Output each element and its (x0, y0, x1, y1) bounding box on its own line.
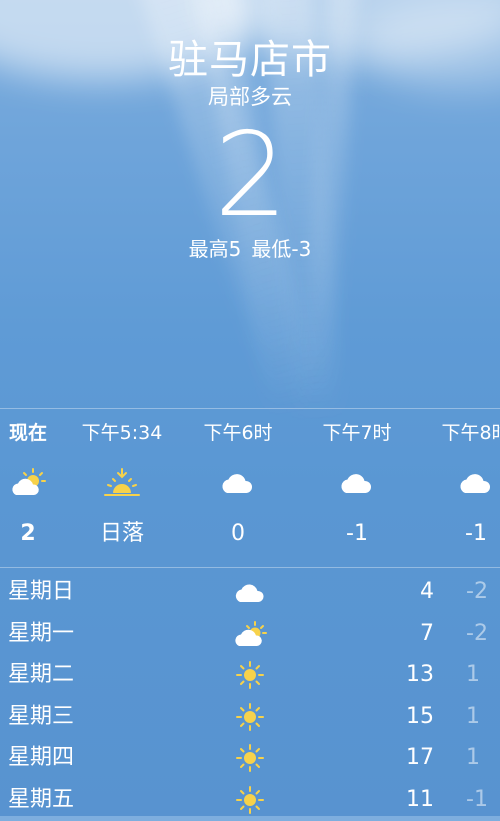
day-high: 17 (406, 744, 434, 772)
daily-row-friday: 星期五 11 -1 (0, 780, 500, 821)
hourly-item-sunset: 下午5:34 日落 (62, 409, 182, 567)
hourly-time: 下午6时 (178, 421, 298, 445)
daily-row-wednesday: 星期三 15 1 (0, 697, 500, 739)
low-temperature: 最低-3 (251, 237, 311, 261)
day-name: 星期三 (8, 703, 74, 731)
hourly-value: -1 (416, 521, 500, 547)
partly-cloudy-icon (232, 618, 268, 650)
hourly-value: 日落 (62, 521, 182, 547)
hourly-time: 下午7时 (297, 421, 417, 445)
hourly-value: 0 (178, 521, 298, 547)
day-low: -2 (466, 578, 488, 606)
daily-row-sunday: 星期日 4 -2 (0, 572, 500, 614)
day-low: -2 (466, 620, 488, 648)
city-name: 驻马店市 (0, 36, 500, 84)
hourly-time: 下午5:34 (62, 421, 182, 445)
sun-icon (232, 701, 268, 733)
sun-icon (232, 742, 268, 774)
hourly-item: 下午6时 0 (178, 409, 298, 567)
day-name: 星期四 (8, 744, 74, 772)
high-temperature: 最高5 (189, 237, 242, 261)
daily-row-thursday: 星期四 17 1 (0, 738, 500, 780)
day-high: 4 (420, 578, 434, 606)
cloud-icon (456, 467, 496, 499)
day-low: 1 (466, 661, 480, 689)
hourly-forecast[interactable]: 现在 2 下午5:34 (0, 408, 500, 568)
day-name: 星期二 (8, 661, 74, 689)
day-high: 7 (420, 620, 434, 648)
cloud-icon (232, 576, 268, 608)
current-temperature: 2 (0, 116, 500, 236)
sunset-icon (102, 467, 142, 499)
hourly-time: 下午8时 (416, 421, 500, 445)
hourly-value: -1 (297, 521, 417, 547)
day-name: 星期五 (8, 786, 74, 814)
day-high: 11 (406, 786, 434, 814)
high-low-temperature: 最高5 最低-3 (0, 236, 500, 262)
current-weather-header: 驻马店市 局部多云 2 最高5 最低-3 (0, 36, 500, 262)
daily-row-monday: 星期一 7 -2 (0, 614, 500, 656)
cloud-icon (218, 467, 258, 499)
day-low: 1 (466, 744, 480, 772)
day-name: 星期日 (8, 578, 74, 606)
hourly-item: 下午7时 -1 (297, 409, 417, 567)
day-name: 星期一 (8, 620, 74, 648)
sun-icon (232, 784, 268, 816)
day-low: 1 (466, 703, 480, 731)
partly-cloudy-icon (8, 467, 48, 499)
weather-condition: 局部多云 (0, 84, 500, 110)
daily-row-tuesday: 星期二 13 1 (0, 655, 500, 697)
sun-icon (232, 659, 268, 691)
day-high: 13 (406, 661, 434, 689)
hourly-item: 下午8时 -1 (416, 409, 500, 567)
day-low: -1 (466, 786, 488, 814)
cloud-icon (337, 467, 377, 499)
daily-forecast[interactable]: 星期日 4 -2 星期一 7 -2 星期二 (0, 572, 500, 821)
day-high: 15 (406, 703, 434, 731)
